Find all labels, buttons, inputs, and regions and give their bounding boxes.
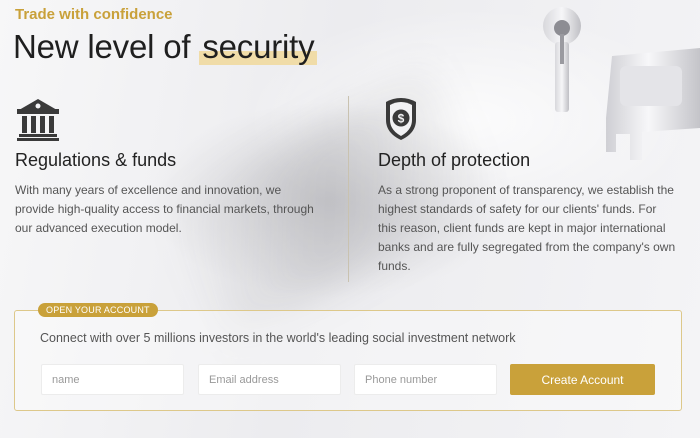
page-title: New level of security: [13, 28, 318, 66]
bank-building-icon: [17, 99, 59, 141]
feature-title: Depth of protection: [378, 150, 531, 170]
svg-text:$: $: [398, 112, 405, 126]
tagline: Trade with confidence: [15, 6, 173, 23]
invite-text: Connect with over 5 millions investors i…: [40, 331, 516, 345]
feature-regulations: Regulations & funds With many years of e…: [15, 96, 315, 238]
page-title-highlight: security: [199, 28, 318, 65]
feature-description: As a strong proponent of transparency, w…: [378, 183, 676, 273]
column-divider: [348, 96, 349, 282]
open-account-badge: OPEN YOUR ACCOUNT: [38, 303, 158, 317]
open-account-panel: [14, 310, 682, 411]
shield-dollar-icon: $: [386, 98, 416, 140]
name-input[interactable]: [41, 364, 184, 395]
feature-title: Regulations & funds: [15, 150, 177, 170]
feature-description: With many years of excellence and innova…: [15, 183, 314, 235]
feature-protection: $ Depth of protection As a strong propon…: [378, 96, 678, 276]
page-title-prefix: New level of: [13, 28, 200, 65]
create-account-button[interactable]: Create Account: [510, 364, 655, 395]
phone-input[interactable]: [354, 364, 497, 395]
email-input[interactable]: [198, 364, 341, 395]
